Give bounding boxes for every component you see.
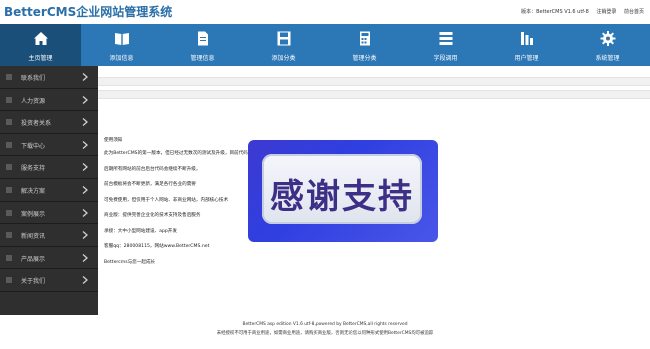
thanks-support-card: 感谢支持 — [262, 154, 422, 224]
bullet-icon — [6, 186, 12, 193]
nav-user-manage[interactable]: 用户管理 — [486, 24, 567, 66]
gear-icon — [600, 31, 615, 46]
sidebar-item-contact[interactable]: 联系我们 — [0, 66, 98, 89]
bullet-icon — [6, 164, 12, 171]
header-links: 版本：BetterCMS V1.6 utf-8 注销登录 前台首页 — [515, 8, 644, 15]
notice-line: 客服qq：280008115，网站www.BetterCMS.net — [104, 244, 210, 249]
sidebar-item-label: 解决方案 — [21, 187, 46, 195]
sidebar-item-solutions[interactable]: 解决方案 — [0, 179, 98, 202]
sidebar-item-label: 新闻资讯 — [21, 233, 46, 241]
chevron-right-icon — [82, 276, 88, 285]
notice-line: Bettercms与您一起成长 — [104, 259, 156, 265]
nav-label: 管理分类 — [352, 55, 377, 62]
sidebar-item-label: 下载中心 — [21, 142, 46, 150]
logout-link[interactable]: 注销登录 — [596, 9, 616, 15]
nav-label: 系统管理 — [595, 55, 620, 62]
sidebar-item-news[interactable]: 新闻资讯 — [0, 224, 98, 247]
nav-label: 字段调用 — [433, 55, 458, 62]
chevron-right-icon — [82, 231, 88, 240]
sidebar: 联系我们 人力资源 投资者关系 下载中心 服务支持 解决方案 案例展示 新闻资讯… — [0, 66, 98, 315]
content-divider — [98, 90, 650, 99]
footer-copyright: BetterCMS asp edition V1.6 utf-8,powered… — [242, 322, 408, 327]
sidebar-item-download[interactable]: 下载中心 — [0, 134, 98, 157]
document-icon — [197, 31, 208, 46]
main-nav: 主页管理 添加信息 管理信息 添加分类 管理分类 字段调用 用户管理 系统管理 — [0, 24, 650, 66]
users-icon — [520, 32, 533, 45]
chevron-right-icon — [82, 118, 88, 127]
sidebar-item-products[interactable]: 产品展示 — [0, 247, 98, 270]
calculator-icon — [359, 31, 370, 46]
chevron-right-icon — [82, 163, 88, 172]
bullet-icon — [6, 141, 12, 148]
bullet-icon — [6, 209, 12, 216]
nav-home[interactable]: 主页管理 — [0, 24, 81, 66]
home-icon — [33, 32, 48, 45]
chevron-right-icon — [82, 95, 88, 104]
sidebar-item-label: 投资者关系 — [21, 120, 52, 128]
nav-label: 添加信息 — [109, 55, 134, 62]
nav-label: 管理信息 — [190, 55, 215, 62]
nav-add-info[interactable]: 添加信息 — [81, 24, 162, 66]
sidebar-item-label: 服务支持 — [21, 165, 46, 173]
bullet-icon — [6, 232, 12, 239]
nav-label: 用户管理 — [514, 55, 539, 62]
chevron-right-icon — [82, 73, 88, 81]
sidebar-item-cases[interactable]: 案例展示 — [0, 202, 98, 225]
sidebar-item-label: 案例展示 — [21, 210, 46, 218]
sidebar-item-investor[interactable]: 投资者关系 — [0, 111, 98, 134]
chevron-right-icon — [82, 253, 88, 262]
content-divider — [98, 77, 650, 86]
sidebar-item-about[interactable]: 关于我们 — [0, 269, 98, 292]
nav-add-category[interactable]: 添加分类 — [243, 24, 324, 66]
bullet-icon — [6, 119, 12, 126]
bullet-icon — [6, 277, 12, 284]
book-icon — [114, 33, 129, 45]
chevron-right-icon — [82, 208, 88, 217]
nav-label: 添加分类 — [271, 55, 296, 62]
sidebar-item-label: 产品展示 — [21, 255, 46, 263]
nav-manage-info[interactable]: 管理信息 — [162, 24, 243, 66]
version-text: 版本：BetterCMS V1.6 utf-8 — [521, 9, 589, 15]
page-footer: BetterCMS asp edition V1.6 utf-8,powered… — [0, 320, 650, 349]
nav-field-call[interactable]: 字段调用 — [405, 24, 486, 66]
nav-manage-category[interactable]: 管理分类 — [324, 24, 405, 66]
top-header: BetterCMS企业网站管理系统 版本：BetterCMS V1.6 utf-… — [0, 0, 650, 24]
sidebar-item-label: 关于我们 — [21, 278, 46, 286]
sidebar-item-hr[interactable]: 人力资源 — [0, 89, 98, 112]
chevron-right-icon — [82, 140, 88, 149]
bullet-icon — [6, 96, 12, 103]
chevron-right-icon — [82, 185, 88, 194]
nav-system-manage[interactable]: 系统管理 — [567, 24, 648, 66]
save-icon — [277, 31, 290, 46]
footer-notice: 未经授权不可用于商业用途，如需商业用途，请购买商业版，否则无论您以何种形式使用B… — [216, 331, 434, 336]
bullet-icon — [6, 74, 12, 80]
thanks-support-text: 感谢支持 — [270, 177, 414, 217]
frontend-home-link[interactable]: 前台首页 — [624, 9, 644, 15]
bullet-icon — [6, 254, 12, 261]
thanks-support-image: 感谢支持 — [248, 140, 438, 242]
sidebar-item-support[interactable]: 服务支持 — [0, 156, 98, 179]
site-logo: BetterCMS企业网站管理系统 — [4, 5, 173, 19]
list-icon — [439, 32, 452, 45]
sidebar-item-label: 人力资源 — [21, 97, 46, 105]
app-window: BetterCMS企业网站管理系统 版本：BetterCMS V1.6 utf-… — [0, 0, 650, 349]
sidebar-item-label: 联系我们 — [21, 75, 46, 82]
nav-label: 主页管理 — [28, 55, 53, 62]
